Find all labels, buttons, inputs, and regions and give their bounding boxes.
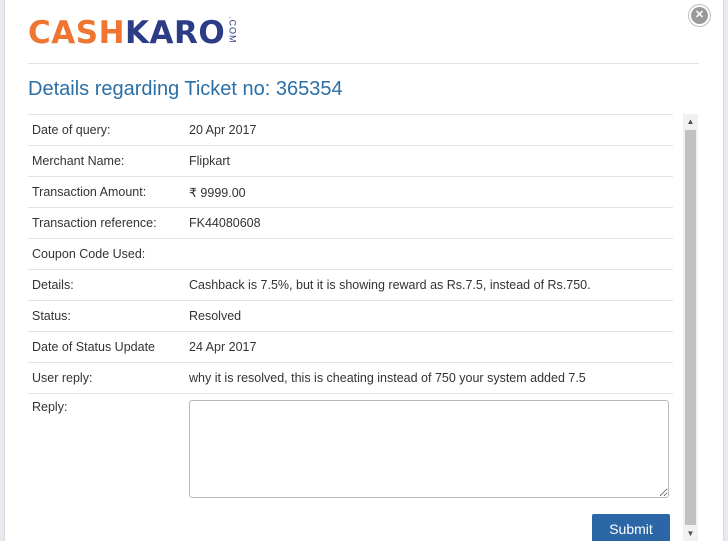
- row-value: Cashback is 7.5%, but it is showing rewa…: [185, 269, 673, 301]
- row-value: FK44080608: [185, 207, 673, 239]
- row-label: Transaction Amount:: [28, 176, 185, 208]
- scroll-up-arrow-icon[interactable]: ▲: [683, 114, 698, 129]
- row-value: 20 Apr 2017: [185, 114, 673, 146]
- logo-cash-text: CASH: [28, 15, 126, 51]
- reply-textarea[interactable]: [189, 400, 669, 498]
- logo-karo-text: KARO: [125, 15, 226, 51]
- scrollbar-thumb[interactable]: [685, 130, 696, 525]
- row-label: User reply:: [28, 362, 185, 394]
- row-label: Coupon Code Used:: [28, 238, 185, 270]
- row-status: Status: Resolved: [28, 300, 673, 332]
- row-reply: Reply:: [28, 393, 673, 515]
- row-value: 24 Apr 2017: [185, 331, 673, 363]
- row-transaction-amount: Transaction Amount: ₹ 9999.00: [28, 176, 673, 208]
- row-label: Transaction reference:: [28, 207, 185, 239]
- row-value: Flipkart: [185, 145, 673, 177]
- row-value: [185, 238, 673, 270]
- close-icon[interactable]: ✕: [691, 7, 708, 24]
- ticket-details-modal: ✕ CASH KARO .COM Details regarding Ticke…: [4, 0, 724, 541]
- row-label: Status:: [28, 300, 185, 332]
- row-merchant-name: Merchant Name: Flipkart: [28, 145, 673, 177]
- row-label: Date of Status Update: [28, 331, 185, 363]
- row-user-reply: User reply: why it is resolved, this is …: [28, 362, 673, 394]
- ticket-title: Details regarding Ticket no: 365354: [28, 78, 343, 100]
- row-value: why it is resolved, this is cheating ins…: [185, 362, 673, 394]
- row-value: Resolved: [185, 300, 673, 332]
- scroll-down-arrow-icon[interactable]: ▼: [683, 526, 698, 541]
- row-label: Details:: [28, 269, 185, 301]
- cashkaro-logo: CASH KARO .COM: [28, 14, 237, 52]
- row-details: Details: Cashback is 7.5%, but it is sho…: [28, 269, 673, 301]
- row-label: Date of query:: [28, 114, 185, 146]
- ticket-details-scroll-area: Date of query: 20 Apr 2017 Merchant Name…: [28, 114, 673, 541]
- header-divider: [28, 63, 699, 64]
- vertical-scrollbar[interactable]: ▲ ▼: [683, 114, 698, 541]
- row-value: ₹ 9999.00: [185, 176, 673, 208]
- logo-com-text: .COM: [227, 16, 238, 44]
- row-coupon-code: Coupon Code Used:: [28, 238, 673, 270]
- submit-button[interactable]: Submit: [592, 514, 670, 541]
- ticket-details-table: Date of query: 20 Apr 2017 Merchant Name…: [28, 114, 673, 515]
- reply-cell: [185, 393, 673, 515]
- row-label: Merchant Name:: [28, 145, 185, 177]
- reply-label: Reply:: [28, 393, 185, 515]
- row-date-of-query: Date of query: 20 Apr 2017: [28, 114, 673, 146]
- row-status-update-date: Date of Status Update 24 Apr 2017: [28, 331, 673, 363]
- row-transaction-reference: Transaction reference: FK44080608: [28, 207, 673, 239]
